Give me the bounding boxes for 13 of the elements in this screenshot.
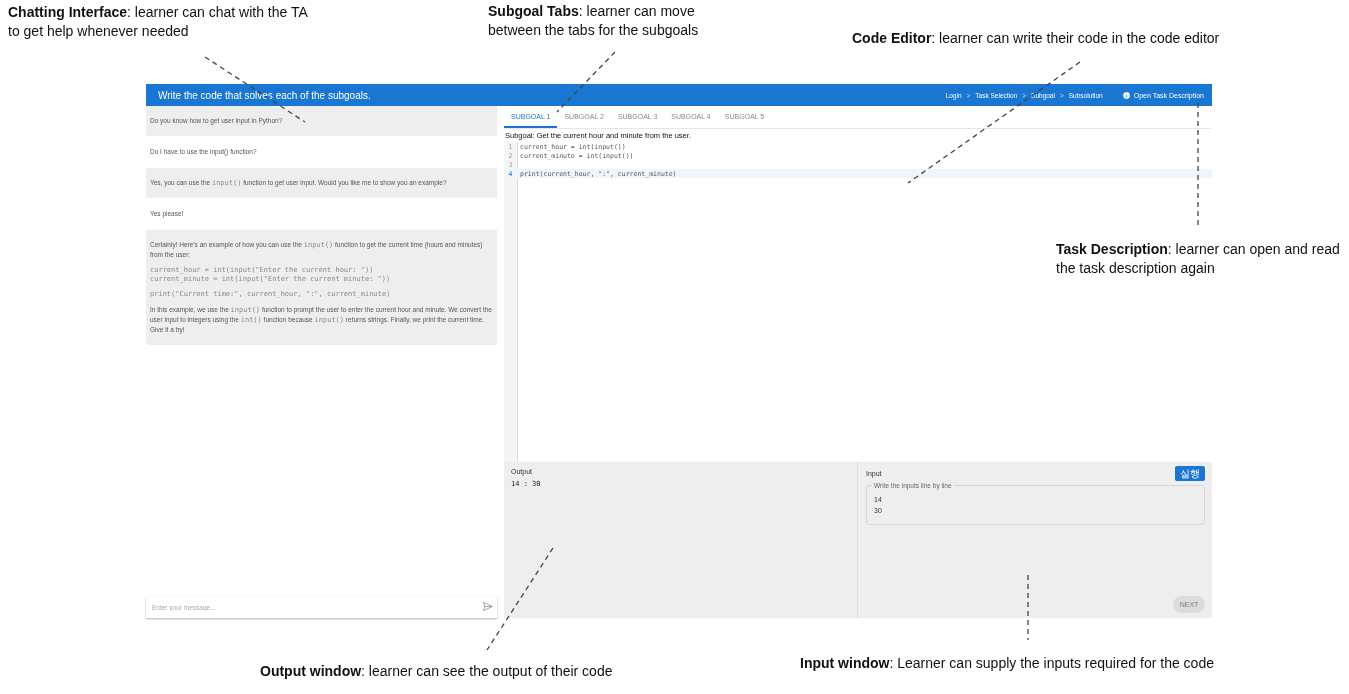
page-title: Write the code that solves each of the subgoals. (158, 89, 371, 101)
annotation-text: Task Description: learner can open and read the task description again (1056, 240, 1341, 278)
leader-line (556, 51, 616, 113)
annotation-text: Subgoal Tabs: learner can move between the tabs for the subgoals (488, 2, 700, 40)
send-icon (482, 601, 493, 612)
annotation-text: Input window: Learner can supply the inputs required for the code (800, 654, 1215, 673)
leader-line (1027, 574, 1029, 641)
annotation-text: Code Editor: learner can write their code in the code editor (852, 29, 1221, 48)
run-button[interactable]: 실행 (1175, 466, 1205, 481)
info-icon (1121, 90, 1131, 100)
send-button[interactable] (482, 601, 493, 612)
annotation-text: Output window: learner can see the output of their code (260, 662, 614, 681)
annotation-text: Chatting Interface: learner can chat with the TA to get help whenever needed (8, 3, 308, 41)
